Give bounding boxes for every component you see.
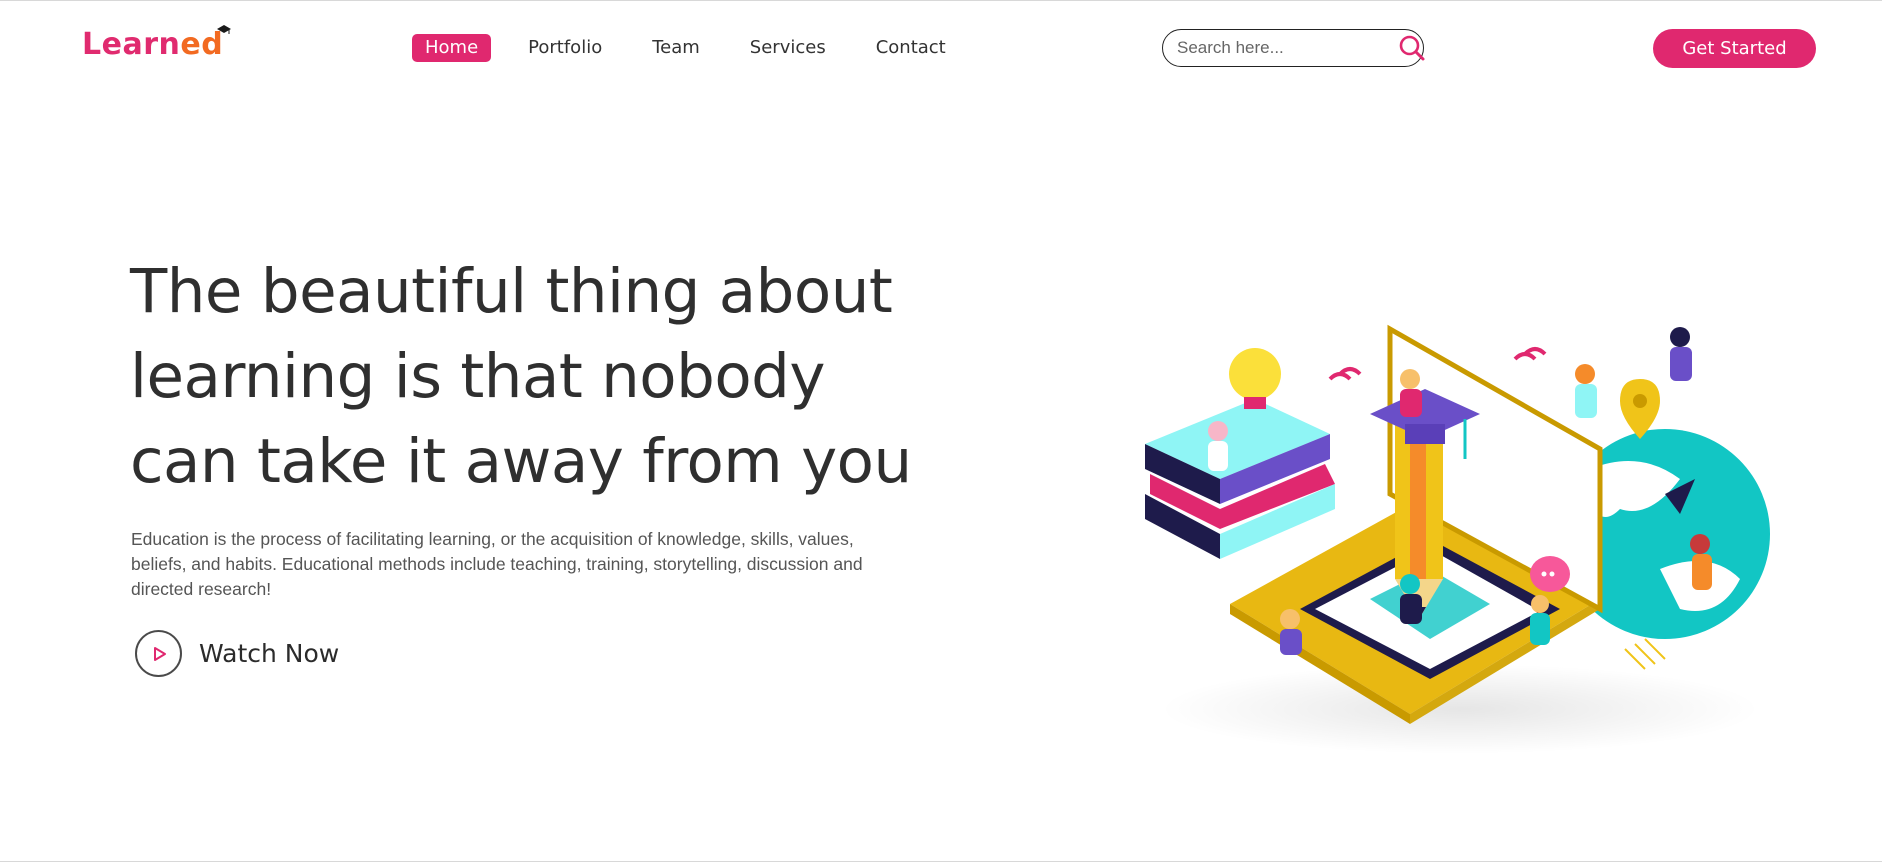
graduation-cap-icon bbox=[217, 25, 232, 34]
get-started-button[interactable]: Get Started bbox=[1653, 29, 1816, 68]
brand-logo[interactable]: Learned bbox=[82, 25, 232, 62]
search-icon[interactable] bbox=[1398, 33, 1426, 63]
hero-title-line: The beautiful thing about bbox=[130, 256, 893, 327]
education-illustration bbox=[1145, 324, 1770, 754]
main-nav: Home Portfolio Team Services Contact bbox=[412, 34, 983, 62]
watch-now-button[interactable]: Watch Now bbox=[135, 630, 339, 677]
nav-item-team[interactable]: Team bbox=[639, 34, 713, 62]
nav-item-home[interactable]: Home bbox=[412, 34, 492, 62]
nav-item-contact[interactable]: Contact bbox=[863, 34, 959, 62]
nav-item-portfolio[interactable]: Portfolio bbox=[515, 34, 615, 62]
play-icon[interactable] bbox=[135, 630, 182, 677]
logo-text-learn: Learn bbox=[82, 27, 181, 62]
page: Learned Home Portfolio Team Services Con… bbox=[0, 0, 1882, 862]
hero-title-line: learning is that nobody bbox=[130, 341, 825, 412]
search-box bbox=[1162, 29, 1426, 67]
watch-now-label: Watch Now bbox=[199, 639, 340, 668]
hero-description: Education is the process of facilitating… bbox=[131, 529, 863, 599]
hero-title: The beautiful thing about learning is th… bbox=[130, 249, 920, 504]
hero-title-line: can take it away from you bbox=[130, 426, 912, 497]
nav-item-services[interactable]: Services bbox=[737, 34, 839, 62]
search-input[interactable] bbox=[1177, 38, 1398, 58]
